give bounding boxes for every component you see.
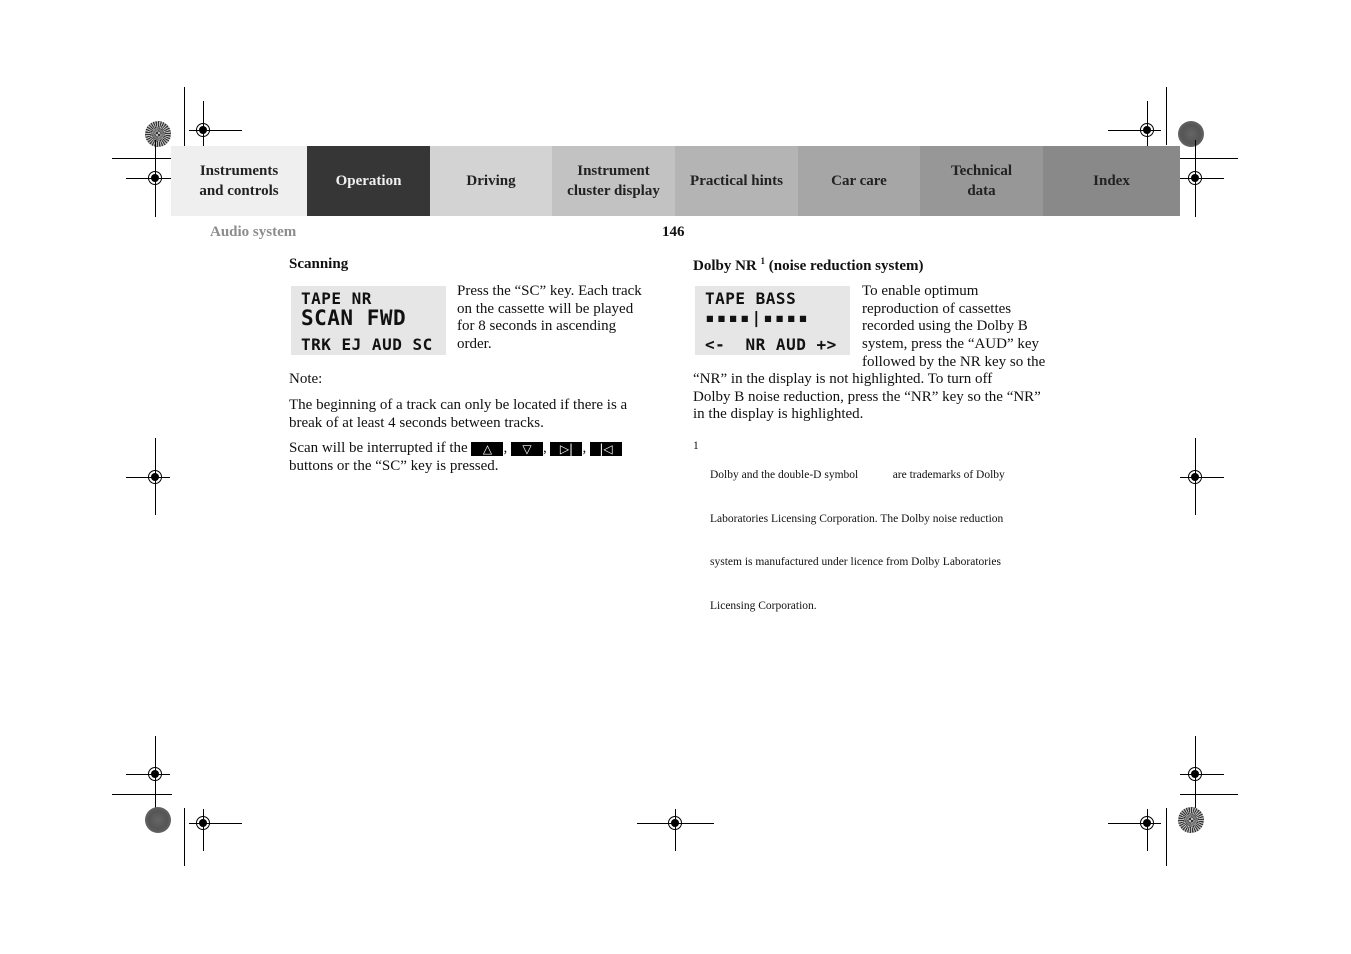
text-line: on the cassette will be played bbox=[457, 300, 634, 317]
note-label: Note: bbox=[289, 371, 323, 387]
text-line: buttons or the “SC” key is pressed. bbox=[289, 457, 499, 474]
heading-text: Dolby NR bbox=[693, 258, 757, 274]
text-line: Scan will be interrupted if the △, ▽, ▷|… bbox=[289, 440, 622, 458]
color-rosette-icon bbox=[145, 807, 171, 833]
crop-line bbox=[1166, 87, 1167, 145]
text-line: Press the “SC” key. Each track bbox=[457, 283, 642, 299]
registration-target-icon bbox=[148, 470, 162, 484]
text-line: order. bbox=[457, 336, 492, 353]
color-rosette-icon bbox=[145, 121, 171, 147]
tab-label: Technical data bbox=[950, 163, 1013, 199]
tab-practical-hints[interactable]: Practical hints bbox=[675, 146, 798, 216]
crop-line bbox=[1180, 158, 1238, 159]
registration-target-icon bbox=[148, 767, 162, 781]
tab-label: Car care bbox=[831, 173, 887, 189]
tab-index[interactable]: Index bbox=[1043, 146, 1180, 216]
section-title: Audio system bbox=[210, 224, 297, 240]
crop-line bbox=[1180, 477, 1224, 478]
tab-driving[interactable]: Driving bbox=[430, 146, 552, 216]
tab-operation[interactable]: Operation bbox=[307, 146, 430, 216]
text-line: Dolby B noise reduction, press the “NR” … bbox=[693, 388, 1041, 405]
crop-line bbox=[184, 808, 185, 866]
lcd-line: ▪▪▪▪|▪▪▪▪ bbox=[705, 308, 810, 327]
lcd-display-dolby: TAPE BASS ▪▪▪▪|▪▪▪▪ <- NR AUD +> bbox=[695, 286, 850, 355]
text-line: system, press the “AUD” key bbox=[862, 336, 1040, 353]
tab-label: Driving bbox=[466, 173, 516, 189]
text-line: break of at least 4 seconds between trac… bbox=[289, 414, 544, 431]
registration-target-icon bbox=[668, 816, 682, 830]
tab-instruments-and-controls[interactable]: Instruments and controls bbox=[171, 146, 307, 216]
text-line: Laboratories Licensing Corporation. The … bbox=[710, 512, 1004, 525]
color-rosette-icon bbox=[1178, 121, 1204, 147]
chapter-nav: Instruments and controls Operation Drivin… bbox=[171, 146, 1180, 216]
text-line: in the display is highlighted. bbox=[693, 406, 864, 423]
scan-intro: Press the “SC” key. Each track on the ca… bbox=[457, 283, 642, 354]
tab-label: Instrument cluster display bbox=[567, 163, 660, 199]
tab-instrument-cluster-display[interactable]: Instrument cluster display bbox=[552, 146, 675, 216]
scan-interrupt-text: Scan will be interrupted if the △, ▽, ▷|… bbox=[289, 440, 622, 475]
footnote-ref: 1 bbox=[760, 256, 766, 266]
text-fragment: Scan will be interrupted if the bbox=[289, 440, 468, 456]
heading-text: (noise reduction system) bbox=[768, 258, 924, 274]
text-line: “NR” in the display is not highlighted. … bbox=[693, 371, 993, 387]
skip-back-icon: |◁ bbox=[589, 442, 622, 456]
tab-car-care[interactable]: Car care bbox=[798, 146, 920, 216]
text-line: Licensing Corporation. bbox=[710, 599, 817, 612]
lcd-line: TRK EJ AUD SC bbox=[301, 335, 433, 354]
registration-target-icon bbox=[1188, 767, 1202, 781]
tab-technical-data[interactable]: Technical data bbox=[920, 146, 1043, 216]
registration-target-icon bbox=[148, 171, 162, 185]
registration-target-icon bbox=[1140, 123, 1154, 137]
dolby-intro: To enable optimum reproduction of casset… bbox=[862, 283, 1045, 372]
lcd-display-scan: TAPE NR SCAN FWD TRK EJ AUD SC bbox=[291, 286, 446, 355]
text-line: reproduction of cassettes bbox=[862, 300, 1012, 317]
text-line: for 8 seconds in ascending bbox=[457, 318, 617, 335]
dolby-body: “NR” in the display is not highlighted. … bbox=[693, 371, 1041, 424]
page-number: 146 bbox=[662, 224, 685, 240]
lcd-line: SCAN FWD bbox=[301, 306, 407, 330]
lcd-line: <- NR AUD +> bbox=[705, 335, 837, 354]
tab-label: Instruments and controls bbox=[199, 163, 279, 199]
dolby-heading: Dolby NR 1 (noise reduction system) bbox=[693, 256, 923, 275]
registration-target-icon bbox=[196, 123, 210, 137]
up-triangle-icon: △ bbox=[471, 442, 504, 456]
color-rosette-icon bbox=[1178, 807, 1204, 833]
note-text: The beginning of a track can only be loc… bbox=[289, 397, 627, 432]
crop-line bbox=[1166, 808, 1167, 866]
crop-line bbox=[1180, 774, 1224, 775]
footnote-text: Dolby and the double-D symbol are tradem… bbox=[710, 439, 1005, 628]
crop-line bbox=[112, 794, 172, 795]
text-line: recorded using the Dolby B bbox=[862, 318, 1028, 335]
down-triangle-icon: ▽ bbox=[510, 442, 543, 456]
registration-target-icon bbox=[1140, 816, 1154, 830]
text-line: To enable optimum bbox=[862, 283, 979, 299]
footnote-number: 1 bbox=[693, 440, 699, 452]
tab-label: Operation bbox=[335, 173, 402, 189]
text-line: Dolby and the double-D symbol are tradem… bbox=[710, 469, 1005, 481]
text-line: system is manufactured under licence fro… bbox=[710, 556, 1001, 568]
registration-target-icon bbox=[196, 816, 210, 830]
crop-line bbox=[112, 158, 172, 159]
lcd-line: TAPE BASS bbox=[705, 289, 797, 308]
text-line: followed by the NR key so the bbox=[862, 353, 1046, 370]
scanning-heading: Scanning bbox=[289, 256, 349, 272]
tab-label: Practical hints bbox=[690, 173, 783, 189]
registration-target-icon bbox=[1188, 470, 1202, 484]
text-line: The beginning of a track can only be loc… bbox=[289, 397, 628, 413]
tab-label: Index bbox=[1093, 173, 1130, 189]
skip-forward-icon: ▷| bbox=[550, 442, 583, 456]
crop-line bbox=[1180, 794, 1238, 795]
crop-line bbox=[1180, 178, 1224, 179]
registration-target-icon bbox=[1188, 171, 1202, 185]
